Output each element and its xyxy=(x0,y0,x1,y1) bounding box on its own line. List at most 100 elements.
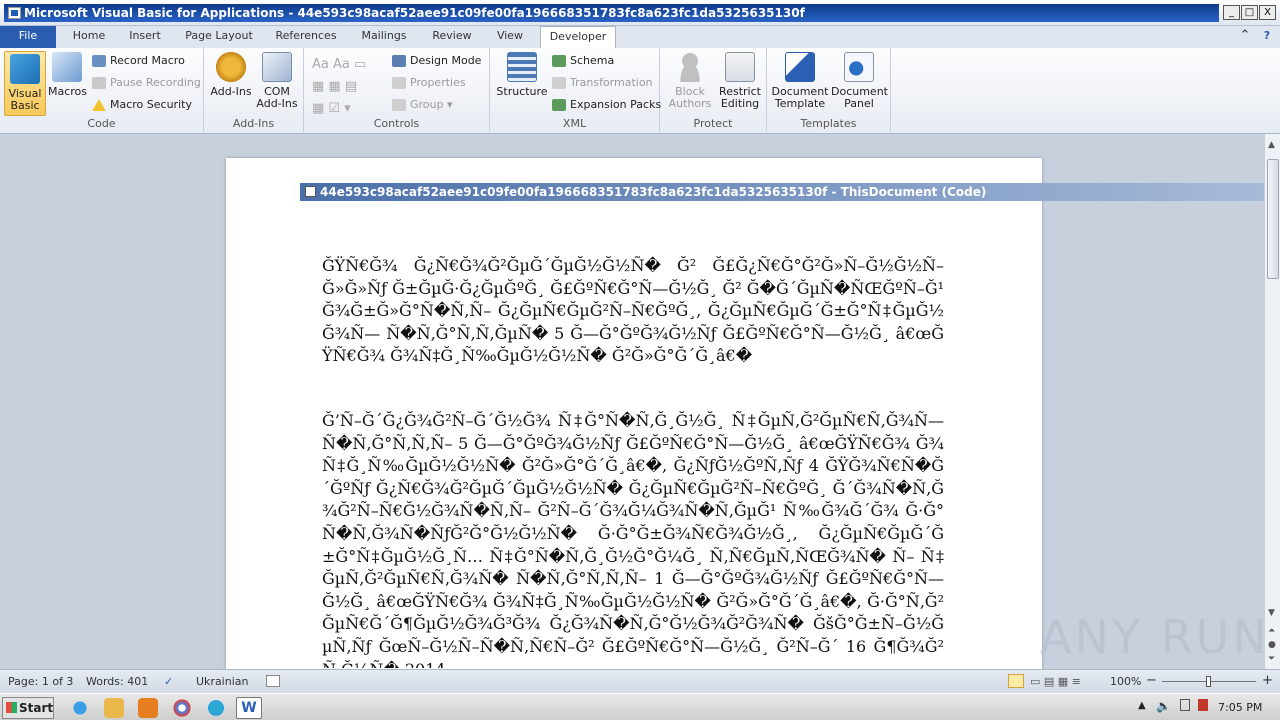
scrollbar-thumb[interactable] xyxy=(1267,159,1279,279)
macros-button[interactable]: Macros xyxy=(48,52,88,98)
title-bar: Microsoft Visual Basic for Applications … xyxy=(0,0,1280,26)
word-count[interactable]: Words: 401 xyxy=(86,675,148,688)
window-title-text: Microsoft Visual Basic for Applications … xyxy=(24,6,805,20)
group-controls-label: Controls xyxy=(373,117,420,130)
scroll-up-icon[interactable]: ▲ xyxy=(1268,140,1275,150)
com-add-ins-button[interactable]: COM Add-Ins xyxy=(254,52,300,110)
tab-file[interactable]: File xyxy=(0,26,56,48)
expansion-packs-button[interactable]: Expansion Packs xyxy=(552,97,661,113)
code-window-title: 44e593c98acaf52aee91c09fe00fa19666835178… xyxy=(320,185,987,199)
tab-home[interactable]: Home xyxy=(66,26,112,48)
group-controls: Aa Aa ▭ ▦ ▦ ▤ ▦ ☑ ▾ Design Mode Properties… xyxy=(304,48,490,132)
system-tray: ▲ 🔈 7:05 PM xyxy=(1130,694,1280,720)
media-player-icon[interactable] xyxy=(138,698,158,718)
maximize-button[interactable]: □ xyxy=(1241,5,1258,20)
warning-icon xyxy=(92,99,106,111)
record-macro-button[interactable]: Record Macro xyxy=(92,53,185,69)
view-icons[interactable]: ▭ ▤ ▦ ≡ xyxy=(1030,675,1081,688)
macro-security-label: Macro Security xyxy=(110,98,192,111)
transformation-button[interactable]: Transformation xyxy=(552,75,653,91)
minimize-button[interactable]: _ xyxy=(1223,5,1240,20)
macro-recording-icon[interactable] xyxy=(266,675,280,687)
macros-label: Macros xyxy=(48,85,88,98)
document-paragraph-1[interactable]: ĞŸÑ€Ğ¾ Ğ¿Ñ€Ğ¾Ğ²ĞµĞ´ĞµĞ½Ğ½Ñ� Ğ² Ğ£Ğ¿Ñ€Ğ°Ğ… xyxy=(322,255,944,368)
add-ins-button[interactable]: Add-Ins xyxy=(208,52,254,98)
document-template-button[interactable]: Document Template xyxy=(771,52,829,110)
visual-basic-button[interactable]: Visual Basic xyxy=(4,51,46,116)
group-button[interactable]: Group ▾ xyxy=(392,97,453,113)
close-button[interactable]: X xyxy=(1259,5,1276,20)
tab-page-layout[interactable]: Page Layout xyxy=(180,26,258,48)
document-panel-icon xyxy=(844,52,874,82)
control-icons-grid[interactable]: Aa Aa ▭ ▦ ▦ ▤ ▦ ☑ ▾ xyxy=(312,54,366,120)
zoom-slider-thumb[interactable] xyxy=(1206,676,1211,687)
group-add-ins-label: Add-Ins xyxy=(232,117,275,130)
window-title: Microsoft Visual Basic for Applications … xyxy=(4,4,1219,22)
zoom-in-button[interactable]: + xyxy=(1262,673,1273,688)
schema-button[interactable]: Schema xyxy=(552,53,614,69)
structure-button[interactable]: Structure xyxy=(494,52,550,98)
transformation-label: Transformation xyxy=(570,76,653,89)
page-count[interactable]: Page: 1 of 3 xyxy=(8,675,73,688)
record-macro-icon xyxy=(92,55,106,67)
proofing-icon[interactable]: ✓ xyxy=(164,675,173,688)
group-templates-label: Templates xyxy=(800,117,857,130)
zoom-level[interactable]: 100% xyxy=(1110,675,1141,688)
code-window-titlebar[interactable]: 44e593c98acaf52aee91c09fe00fa19666835178… xyxy=(300,183,1276,201)
tray-up-icon[interactable]: ▲ xyxy=(1138,700,1146,711)
design-mode-label: Design Mode xyxy=(410,54,482,67)
security-alert-icon[interactable] xyxy=(1198,699,1208,711)
restrict-editing-label: Restrict Editing xyxy=(719,85,761,110)
gear-icon xyxy=(216,52,246,82)
ribbon-tabs: File Home Insert Page Layout References … xyxy=(0,26,1280,49)
tab-insert[interactable]: Insert xyxy=(122,26,168,48)
macro-security-button[interactable]: Macro Security xyxy=(92,97,192,113)
tab-developer[interactable]: Developer xyxy=(540,26,616,49)
chrome-icon[interactable] xyxy=(172,698,192,718)
chevron-up-icon[interactable]: ⌃ xyxy=(1236,26,1254,48)
group-code: Visual Basic Macros Record Macro Pause R… xyxy=(0,48,204,132)
group-code-label: Code xyxy=(87,117,116,130)
group-templates: Document Template Document Panel Templat… xyxy=(767,48,891,132)
group-xml-label: XML xyxy=(562,117,587,130)
network-icon[interactable] xyxy=(1180,699,1190,711)
tab-mailings[interactable]: Mailings xyxy=(352,26,416,48)
word-taskbar-icon[interactable]: W xyxy=(236,697,262,719)
internet-explorer-icon[interactable] xyxy=(70,698,90,718)
group-xml: Structure Schema Transformation Expansio… xyxy=(490,48,661,132)
block-authors-label: Block Authors xyxy=(668,85,712,110)
schema-icon xyxy=(552,55,566,67)
taskbar: Start W ▲ 🔈 7:05 PM xyxy=(0,693,1280,720)
transformation-icon xyxy=(552,77,566,89)
design-mode-icon xyxy=(392,55,406,67)
macros-icon xyxy=(52,52,82,82)
edge-icon[interactable] xyxy=(206,698,226,718)
tab-references[interactable]: References xyxy=(270,26,342,48)
help-icon[interactable]: ? xyxy=(1258,26,1276,48)
clock[interactable]: 7:05 PM xyxy=(1218,701,1262,714)
tab-review[interactable]: Review xyxy=(426,26,478,48)
vba-app-icon xyxy=(8,7,21,19)
document-paragraph-2[interactable]: Ğ’Ñ–Ğ´Ğ¿Ğ¾Ğ²Ñ–Ğ´Ğ½Ğ¾ Ñ‡Ğ°Ñ�Ñ‚Ğ¸Ğ½Ğ¸ Ñ‡Ğµ… xyxy=(322,410,944,668)
structure-label: Structure xyxy=(496,85,548,98)
com-add-ins-icon xyxy=(262,52,292,82)
vertical-scrollbar[interactable]: ▲ ▼ ⏶ ● ⏷ xyxy=(1264,134,1280,669)
pause-recording-button[interactable]: Pause Recording xyxy=(92,75,201,91)
language-indicator[interactable]: Ukrainian xyxy=(196,675,248,688)
tab-view[interactable]: View xyxy=(488,26,532,48)
zoom-out-button[interactable]: − xyxy=(1146,673,1157,688)
block-authors-button[interactable]: Block Authors xyxy=(666,52,714,110)
file-explorer-icon[interactable] xyxy=(104,698,124,718)
speaker-icon[interactable]: 🔈 xyxy=(1156,699,1171,713)
properties-button[interactable]: Properties xyxy=(392,75,466,91)
design-mode-button[interactable]: Design Mode xyxy=(392,53,481,69)
print-layout-icon[interactable] xyxy=(1008,674,1024,688)
start-button[interactable]: Start xyxy=(2,697,54,719)
document-template-label: Document Template xyxy=(771,85,829,110)
word-document-icon xyxy=(785,52,815,82)
restrict-editing-button[interactable]: Restrict Editing xyxy=(716,52,764,110)
watermark: ANY RUN xyxy=(1040,610,1270,664)
document-panel-button[interactable]: Document Panel xyxy=(831,52,888,110)
group-icon xyxy=(392,99,406,111)
group-label: Group xyxy=(410,98,444,111)
